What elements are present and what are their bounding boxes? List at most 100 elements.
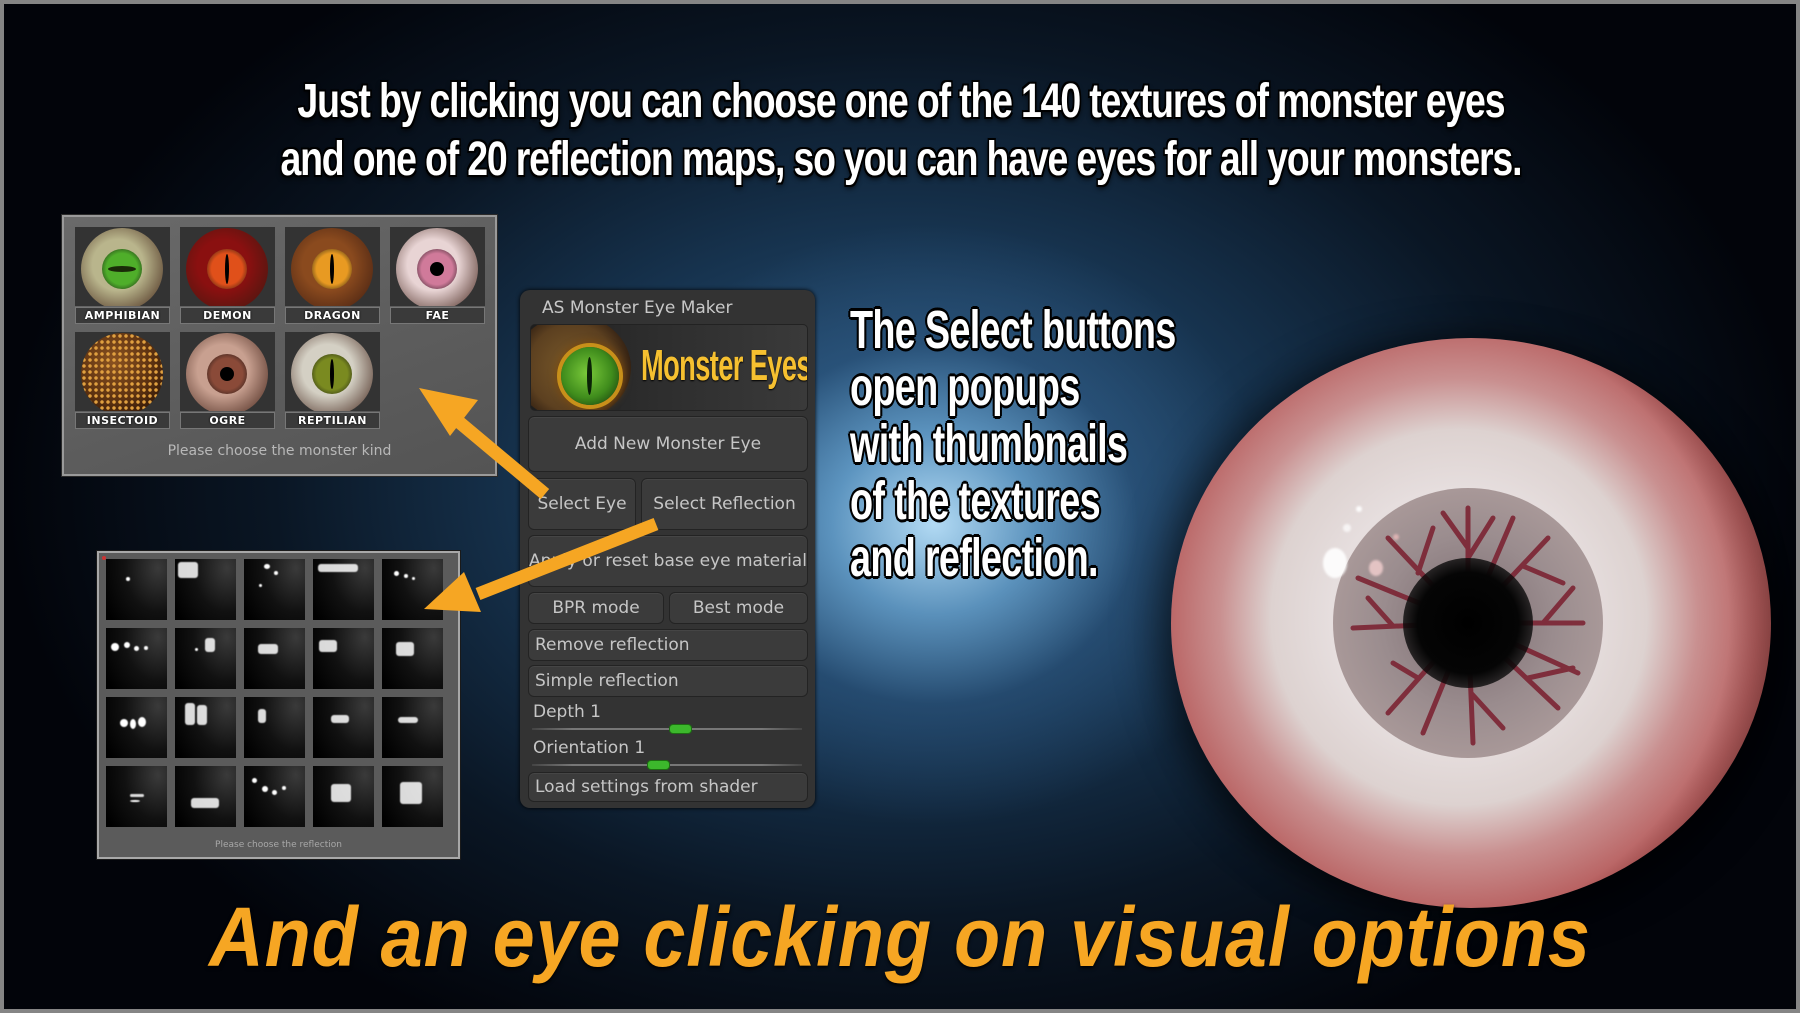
monster-kind-label: AMPHIBIAN [75,307,170,324]
orientation-slider-track[interactable] [532,760,802,770]
monster-eye-thumbnail [75,227,170,306]
reflection-thumbnail[interactable] [382,697,443,758]
pupil [330,359,334,389]
reflection-thumbnail[interactable] [244,559,305,620]
monster-kind-dragon[interactable]: DRAGON [285,227,380,324]
reflection-highlight [111,643,119,651]
reflection-thumbnail[interactable] [175,628,236,689]
reflection-highlight [195,648,198,651]
reflection-highlight [400,782,422,804]
reflection-thumbnail[interactable] [244,697,305,758]
depth-slider-handle[interactable] [668,724,692,734]
eye-glint [1343,524,1351,532]
reflection-thumbnail[interactable] [175,559,236,620]
reflection-thumbnail[interactable] [382,766,443,827]
panel-title: AS Monster Eye Maker [542,298,733,318]
bpr-mode-button[interactable]: BPR mode [528,592,664,624]
reflection-highlight [126,577,130,581]
monster-kind-label: OGRE [180,412,275,429]
reflection-highlight [331,784,351,802]
monster-kind-amphibian[interactable]: AMPHIBIAN [75,227,170,324]
reflection-thumbnail[interactable] [313,766,374,827]
remove-reflection-button[interactable]: Remove reflection [528,629,808,661]
reflection-thumbnail[interactable] [244,628,305,689]
pupil [220,367,234,381]
monster-kind-label: DEMON [180,307,275,324]
reflection-highlight [272,790,277,795]
load-settings-button[interactable]: Load settings from shader [528,772,808,802]
eyeball-icon [81,228,163,306]
monster-kind-popup: AMPHIBIAN DEMON DRAGON FAE INSECTOID OGRE REPT… [62,215,497,476]
reflection-thumbnail[interactable] [313,559,374,620]
monster-kind-reptilian[interactable]: REPTILIAN [285,332,380,429]
reflection-thumbnail[interactable] [313,628,374,689]
reflection-highlight [262,786,268,792]
headline-line-1: Just by clicking you can choose one of t… [297,75,1505,128]
depth-label: Depth 1 [533,702,601,722]
reflection-highlight [274,571,278,575]
monster-kind-label: REPTILIAN [285,412,380,429]
pupil [108,266,136,272]
promo-canvas: Just by clicking you can choose one of t… [4,4,1796,1009]
select-reflection-button[interactable]: Select Reflection [641,478,808,530]
monster-kind-label: FAE [390,307,485,324]
reflection-highlight [185,703,195,725]
simple-reflection-button[interactable]: Simple reflection [528,665,808,697]
monster-kind-ogre[interactable]: OGRE [180,332,275,429]
orientation-label: Orientation 1 [533,738,646,758]
reflection-highlight [205,638,215,652]
reflection-highlight [258,644,278,654]
banner-logo-text: Monster Eyes [641,341,808,390]
add-new-monster-eye-button[interactable]: Add New Monster Eye [528,416,808,472]
reflection-highlight [259,584,262,587]
eyeball-icon [186,228,268,306]
reflection-highlight [319,640,337,652]
monster-eye-thumbnail [390,227,485,306]
monster-kind-hint: Please choose the monster kind [167,443,392,459]
reflection-highlight [138,717,146,727]
eye-pupil [1403,558,1533,688]
depth-slider-track[interactable] [532,724,802,734]
monster-eye-thumbnail [180,332,275,411]
reflection-highlight [258,709,266,723]
reflection-thumbnail[interactable] [382,628,443,689]
monster-eye-thumbnail [285,332,380,411]
monster-kind-demon[interactable]: DEMON [180,227,275,324]
reflection-highlight [404,574,408,578]
reflection-thumbnail[interactable] [175,697,236,758]
orientation-slider-handle[interactable] [646,760,670,770]
best-mode-button[interactable]: Best mode [669,592,808,624]
tagline: And an eye clicking on visual options [209,890,1591,984]
reflection-thumbnail[interactable] [382,559,443,620]
monster-eye-maker-panel: AS Monster Eye Maker Monster Eyes Add Ne… [520,290,815,808]
monster-kind-fae[interactable]: FAE [390,227,485,324]
reflection-thumbnail[interactable] [106,628,167,689]
reflection-thumbnail[interactable] [106,697,167,758]
reflection-thumbnail[interactable] [175,766,236,827]
select-eye-button[interactable]: Select Eye [528,478,636,530]
reflection-thumbnail[interactable] [106,766,167,827]
reflection-popup: Please choose the reflection [97,551,460,859]
reflection-thumbnail[interactable] [244,766,305,827]
banner-pupil-slit [587,357,592,395]
reflection-highlight [398,717,418,723]
reflection-thumbnail[interactable] [313,697,374,758]
headline-line-2: and one of 20 reflection maps, so you ca… [280,133,1522,186]
apply-reset-material-button[interactable]: Apply or reset base eye material [528,535,808,587]
reflection-highlight [197,705,207,725]
pupil [225,254,229,284]
monster-eye-render [1171,338,1771,908]
monster-eye-thumbnail [75,332,170,411]
callout-line: and reflection. [850,528,1099,588]
eyeball-icon [291,228,373,306]
eyeball-icon [81,333,163,411]
monster-eye-thumbnail [285,227,380,306]
reflection-thumbnail[interactable] [106,559,167,620]
reflection-highlight [412,577,415,580]
monster-kind-insectoid[interactable]: INSECTOID [75,332,170,429]
reflection-highlight [394,571,399,576]
reflection-highlight [252,778,257,783]
monster-kind-label: INSECTOID [75,412,170,429]
reflection-highlight [396,642,414,656]
reflection-highlight [318,564,358,572]
